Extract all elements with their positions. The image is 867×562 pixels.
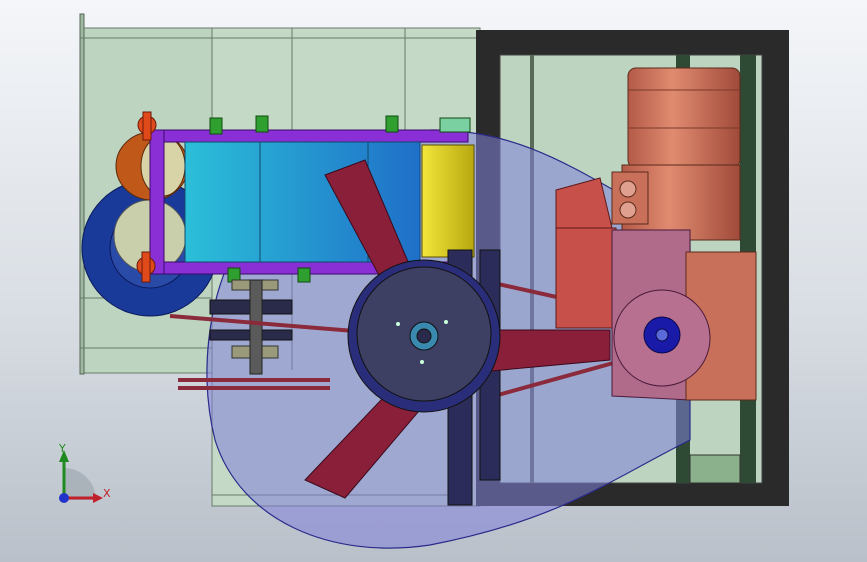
cad-model-viewport[interactable]: [0, 0, 867, 562]
feed-carriage: [149, 129, 475, 275]
x-axis-label: X: [103, 487, 111, 500]
electric-motor: [611, 67, 741, 241]
y-axis-label: Y: [59, 442, 66, 455]
z-axis-dot: [59, 493, 69, 503]
axis-triad: [59, 450, 103, 503]
